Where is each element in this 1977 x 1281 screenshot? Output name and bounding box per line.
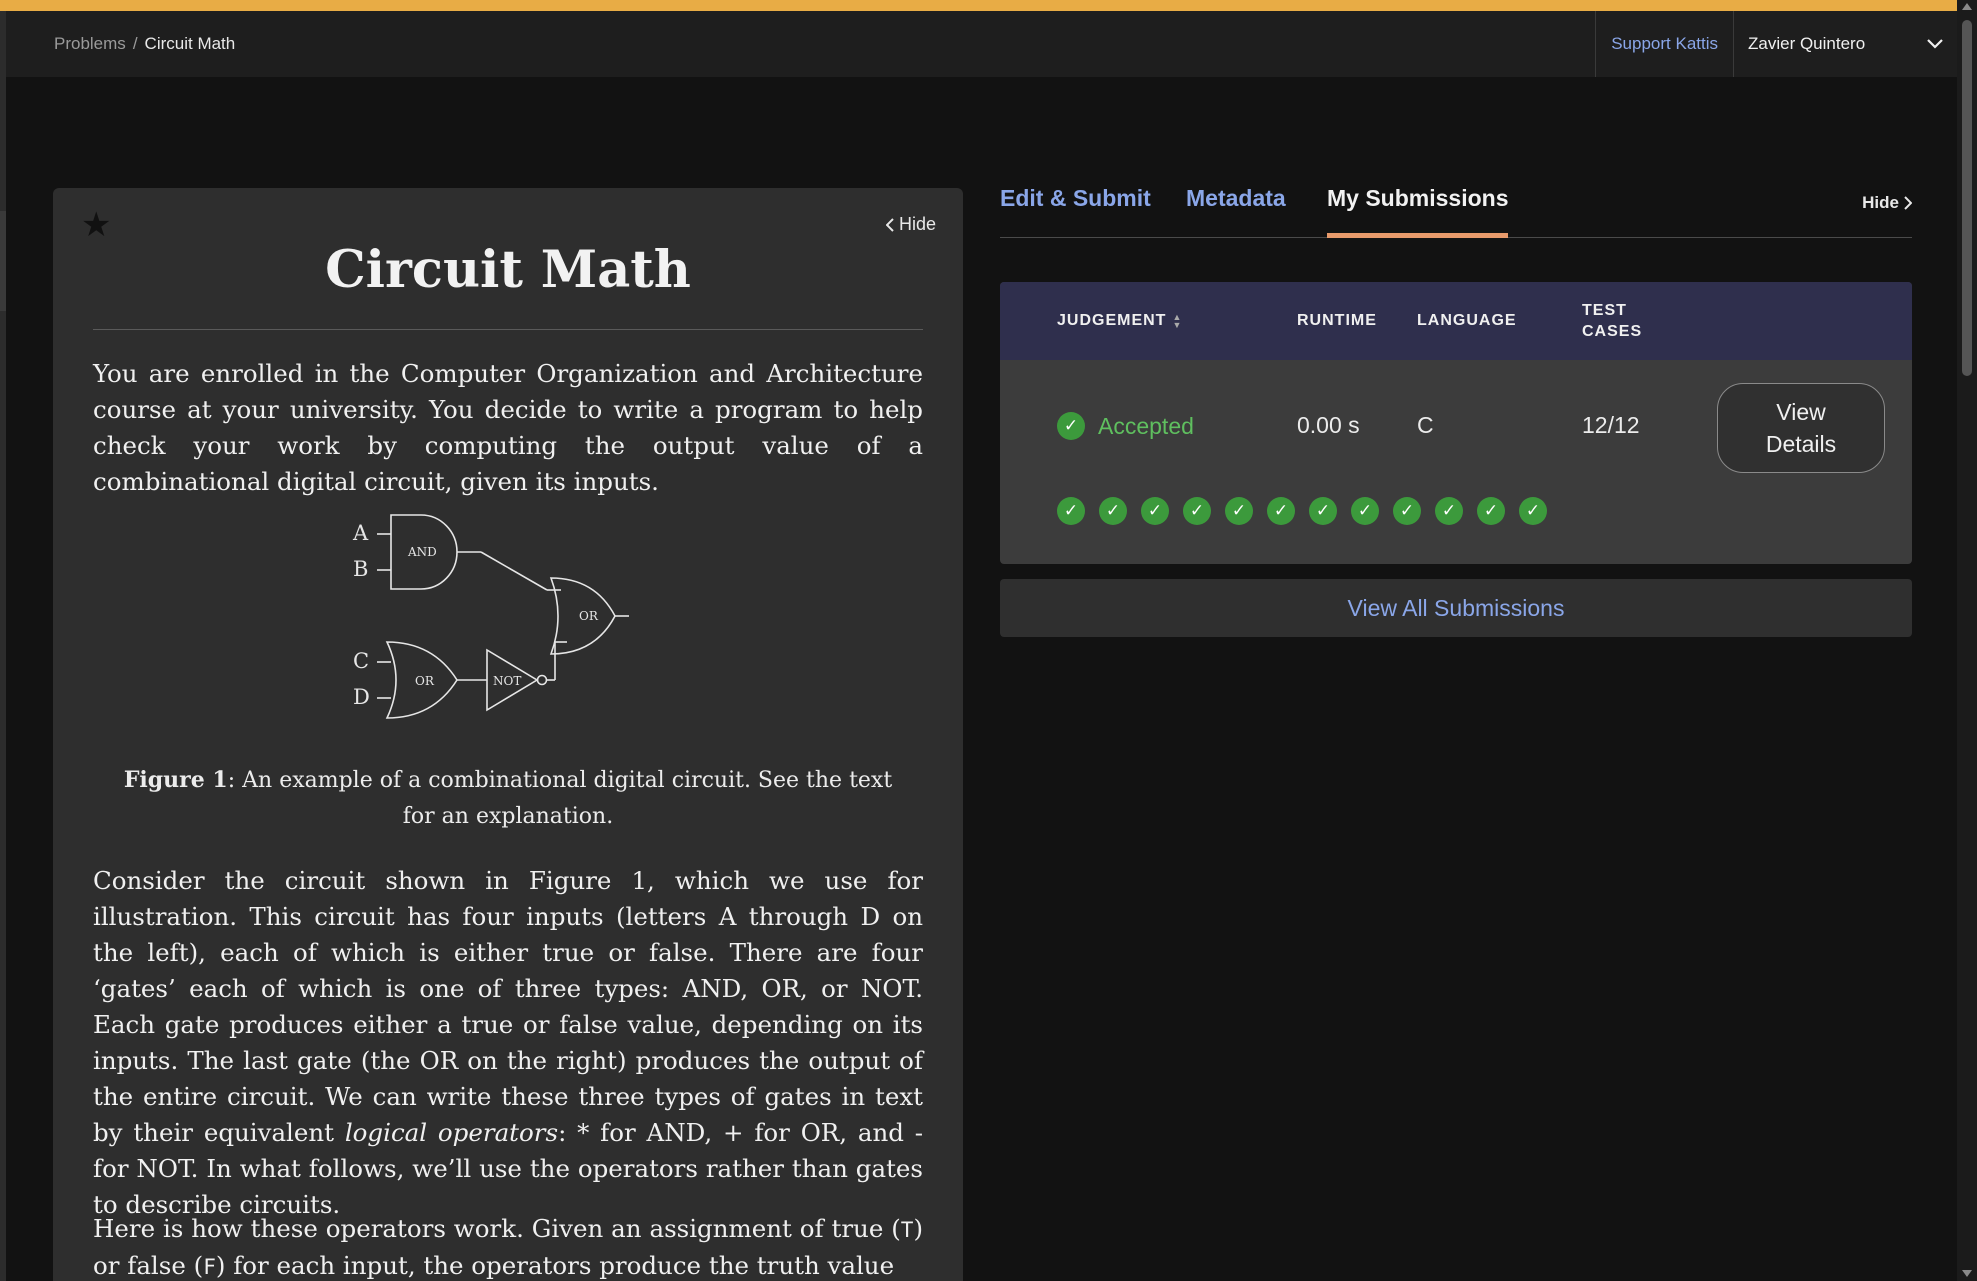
scrollbar-thumb[interactable] <box>1962 20 1972 376</box>
sort-icon[interactable]: ▲ ▼ <box>1172 312 1182 329</box>
test-case-check-icon[interactable]: ✓ <box>1099 497 1127 525</box>
favorite-star-icon[interactable]: ★ <box>81 208 111 242</box>
hide-problem-button[interactable]: Hide <box>885 214 936 235</box>
circuit-input-b: B <box>353 557 368 581</box>
figure-caption-label: Figure 1 <box>123 767 228 793</box>
left-edge-notch <box>0 211 6 311</box>
test-case-check-icon[interactable]: ✓ <box>1225 497 1253 525</box>
scroll-up-arrow-icon[interactable] <box>1962 3 1972 10</box>
header-right: Support Kattis Zavier Quintero <box>1595 11 1957 77</box>
false-literal: F <box>203 1255 216 1279</box>
support-kattis-link[interactable]: Support Kattis <box>1595 11 1733 77</box>
test-case-check-icon[interactable]: ✓ <box>1267 497 1295 525</box>
runtime-value: 0.00 s <box>1297 412 1360 438</box>
test-cases-column-header: TEST CASES <box>1582 302 1643 340</box>
chevron-left-icon <box>885 217 894 232</box>
top-header: Problems / Circuit Math Support Kattis Z… <box>6 11 1957 77</box>
figure-caption: Figure 1: An example of a combinational … <box>123 762 893 835</box>
left-edge-strip <box>0 11 6 1281</box>
page-scrollbar[interactable] <box>1957 0 1977 1281</box>
breadcrumb-separator: / <box>132 34 138 53</box>
input-or-gate-label: OR <box>415 674 435 688</box>
test-case-check-icon[interactable]: ✓ <box>1309 497 1337 525</box>
chevron-down-icon <box>1927 39 1943 49</box>
problem-intro-paragraph: You are enrolled in the Computer Organiz… <box>93 359 923 496</box>
circuit-input-d: D <box>353 685 370 709</box>
language-column-header: LANGUAGE <box>1417 312 1517 329</box>
output-or-gate-label: OR <box>579 609 599 623</box>
accepted-check-icon: ✓ <box>1057 412 1085 440</box>
circuit-input-a: A <box>352 521 369 545</box>
test-case-check-icon[interactable]: ✓ <box>1351 497 1379 525</box>
circuit-diagram: A B C D AND OR OR NOT <box>352 514 629 719</box>
problem-operators-paragraph: Here is how these operators work. Given … <box>93 1214 923 1280</box>
circuit-input-c: C <box>353 649 369 673</box>
test-case-check-icon[interactable]: ✓ <box>1141 497 1169 525</box>
test-case-check-icon[interactable]: ✓ <box>1057 497 1085 525</box>
and-gate-label: AND <box>407 545 437 559</box>
test-case-check-icon[interactable]: ✓ <box>1435 497 1463 525</box>
breadcrumb-current: Circuit Math <box>144 34 236 53</box>
view-all-submissions-button[interactable]: View All Submissions <box>1000 579 1912 637</box>
hide-problem-label: Hide <box>898 214 936 234</box>
test-case-check-icon[interactable]: ✓ <box>1477 497 1505 525</box>
test-case-check-icon[interactable]: ✓ <box>1519 497 1547 525</box>
chevron-right-icon <box>1904 196 1912 210</box>
test-case-check-icon[interactable]: ✓ <box>1393 497 1421 525</box>
language-value: C <box>1417 412 1434 438</box>
hide-sidebar-button[interactable]: Hide <box>1862 193 1912 213</box>
judgement-value: Accepted <box>1098 412 1194 439</box>
true-literal: T <box>900 1218 914 1242</box>
problem-circuit-paragraph: Consider the circuit shown in Figure 1, … <box>93 866 923 1219</box>
not-gate-label: NOT <box>493 674 521 688</box>
test-case-results: ✓ ✓ ✓ ✓ ✓ ✓ ✓ ✓ ✓ ✓ ✓ ✓ <box>1057 497 1547 525</box>
title-divider <box>93 329 923 330</box>
top-accent-bar <box>0 0 1977 11</box>
breadcrumb-problems-link[interactable]: Problems <box>54 34 126 54</box>
scroll-down-arrow-icon[interactable] <box>1962 1270 1972 1277</box>
test-case-check-icon[interactable]: ✓ <box>1183 497 1211 525</box>
submissions-table: JUDGEMENT ▲ ▼ RUNTIME LANGUAGE TEST CASES ✓… <box>1000 282 1912 564</box>
user-menu[interactable]: Zavier Quintero <box>1733 11 1957 77</box>
breadcrumb: Problems / Circuit Math <box>54 11 235 77</box>
judgement-column-header[interactable]: JUDGEMENT ▲ ▼ <box>1057 312 1182 330</box>
figure-caption-text: : An example of a combinational digital … <box>227 768 893 829</box>
logical-operators-term: logical operators <box>344 1118 559 1147</box>
view-details-button[interactable]: View Details <box>1717 383 1885 473</box>
user-name: Zavier Quintero <box>1748 34 1866 53</box>
tab-my-submissions[interactable]: My Submissions <box>1327 185 1509 238</box>
judgement-status: ✓ Accepted <box>1057 412 1194 440</box>
submissions-table-header: JUDGEMENT ▲ ▼ RUNTIME LANGUAGE TEST CASES <box>1000 282 1912 360</box>
test-cases-value: 12/12 <box>1582 412 1640 438</box>
hide-sidebar-label: Hide <box>1862 193 1899 212</box>
tab-metadata[interactable]: Metadata <box>1186 185 1286 238</box>
submission-tabs: Edit & Submit Metadata My Submissions Hi… <box>1000 185 1912 238</box>
problem-statement-panel: ★ Hide Circuit Math You are enrolled in … <box>53 188 963 1281</box>
tab-edit-submit[interactable]: Edit & Submit <box>1000 185 1151 238</box>
problem-title: Circuit Math <box>325 240 691 300</box>
runtime-column-header: RUNTIME <box>1297 312 1377 329</box>
